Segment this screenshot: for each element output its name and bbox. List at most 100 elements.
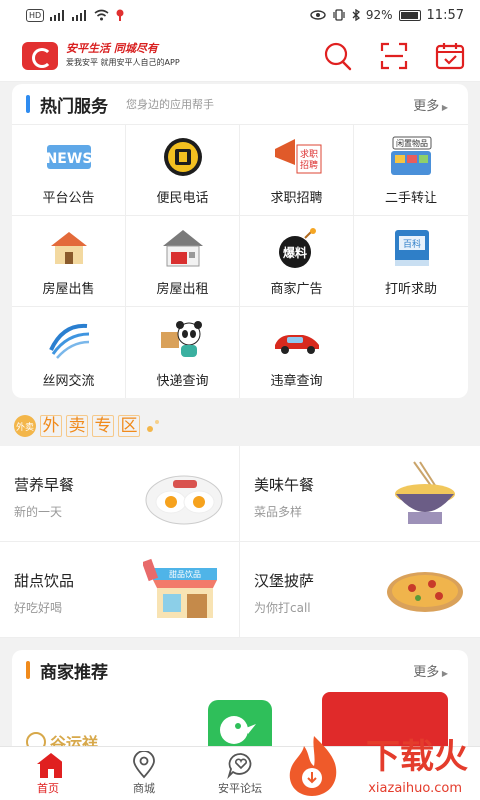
takeout-title-char: 卖 bbox=[66, 415, 88, 437]
pizza-image bbox=[387, 572, 463, 612]
dessert-shop-image: 甜品饮品 bbox=[143, 558, 217, 618]
section-marker bbox=[26, 661, 30, 679]
merchant-title: 商家推荐 bbox=[40, 662, 108, 683]
svg-text:NEWS: NEWS bbox=[45, 151, 92, 167]
wave-icon bbox=[43, 318, 95, 362]
search-icon bbox=[324, 42, 352, 71]
megaphone-icon: 求职 招聘 bbox=[271, 135, 323, 179]
status-bar: HD 92% 11:57 bbox=[0, 0, 480, 30]
service-item-help[interactable]: 百科 打听求助 bbox=[354, 216, 468, 307]
service-label: 丝网交流 bbox=[42, 374, 95, 389]
scan-button[interactable] bbox=[378, 40, 410, 72]
svg-text:甜品饮品: 甜品饮品 bbox=[169, 569, 201, 579]
panda-delivery-icon bbox=[157, 318, 209, 362]
watermark-brand: 下载火 bbox=[366, 737, 468, 777]
flame-icon bbox=[289, 736, 337, 796]
svg-text:闲置物品: 闲置物品 bbox=[396, 138, 428, 148]
service-item-silk-exchange[interactable]: 丝网交流 bbox=[12, 307, 126, 398]
service-item-phone[interactable]: 便民电话 bbox=[126, 125, 240, 216]
eye-icon bbox=[310, 10, 326, 20]
tab-label: 首页 bbox=[37, 781, 59, 795]
takeout-badge-icon: 外卖 bbox=[14, 415, 36, 437]
news-icon: NEWS bbox=[43, 135, 95, 179]
status-left: HD bbox=[26, 8, 125, 22]
heart-chat-icon bbox=[226, 752, 254, 779]
map-pin-icon bbox=[130, 750, 158, 778]
vibrate-icon bbox=[333, 9, 345, 21]
scan-icon bbox=[380, 42, 408, 70]
battery-percent: 92% bbox=[365, 8, 393, 22]
app-slogan: 安平生活 同城尽有 bbox=[66, 41, 158, 55]
bluetooth-icon bbox=[352, 9, 360, 21]
watermark: 下载火 xiazaihuo.com bbox=[270, 730, 480, 800]
noodle-image bbox=[395, 461, 455, 524]
status-right: 92% 11:57 bbox=[310, 8, 464, 23]
calendar-check-icon bbox=[435, 43, 465, 70]
tab-home[interactable]: 首页 bbox=[0, 747, 96, 800]
section-marker bbox=[26, 95, 30, 113]
service-label: 二手转让 bbox=[384, 191, 437, 206]
hot-services-card: 热门服务 您身边的应用帮手 更多 NEWS 平台公告 便民电话 求职招聘 求职招… bbox=[12, 84, 468, 398]
signal-icon bbox=[72, 9, 87, 21]
location-icon bbox=[116, 9, 124, 21]
takeout-item-lunch[interactable]: 美味午餐 菜品多样 bbox=[240, 446, 480, 542]
calendar-button[interactable] bbox=[434, 40, 466, 72]
svg-text:求职: 求职 bbox=[299, 148, 317, 160]
rent-house-icon bbox=[157, 226, 209, 270]
svg-text:招聘: 招聘 bbox=[299, 159, 317, 171]
battery-icon bbox=[398, 9, 421, 21]
service-label: 快递查询 bbox=[156, 374, 209, 389]
app-bar: 安平生活 同城尽有 爱我安平 就用安平人自己的APP bbox=[0, 30, 480, 82]
hot-services-title: 热门服务 bbox=[40, 96, 108, 117]
hd-badge: HD bbox=[26, 8, 45, 22]
takeout-item-dessert[interactable]: 甜点饮品 好吃好喝 甜品饮品 bbox=[0, 542, 240, 638]
service-item-house-rent[interactable]: 房屋出租 bbox=[126, 216, 240, 307]
service-item-traffic-violation[interactable]: 违章查询 bbox=[240, 307, 354, 398]
service-item-secondhand[interactable]: 闲置物品 二手转让 bbox=[354, 125, 468, 216]
takeout-grid: 营养早餐 新的一天 美味午餐 菜品多样 甜点饮品 好吃好喝 甜品饮品 汉堡披萨 … bbox=[0, 446, 480, 638]
service-label: 打听求助 bbox=[384, 282, 437, 297]
takeout-item-breakfast[interactable]: 营养早餐 新的一天 bbox=[0, 446, 240, 542]
clock: 11:57 bbox=[426, 7, 464, 23]
service-label: 违章查询 bbox=[270, 374, 323, 389]
service-item-express[interactable]: 快递查询 bbox=[126, 307, 240, 398]
service-item-merchant-ads[interactable]: 爆料 商家广告 bbox=[240, 216, 354, 307]
hot-services-more-link[interactable]: 更多 bbox=[413, 95, 448, 114]
service-item-empty bbox=[354, 307, 468, 398]
service-label: 房屋出售 bbox=[42, 282, 95, 297]
service-label: 求职招聘 bbox=[270, 191, 323, 206]
svg-text:百科: 百科 bbox=[403, 238, 421, 250]
house-icon bbox=[43, 226, 95, 270]
takeout-title-char: 专 bbox=[92, 415, 114, 437]
merchant-header: 商家推荐 更多 bbox=[12, 650, 468, 690]
breakfast-image bbox=[145, 475, 223, 525]
app-sub-slogan: 爱我安平 就用安平人自己的APP bbox=[66, 57, 180, 67]
svg-text:爆料: 爆料 bbox=[282, 245, 306, 260]
secondhand-icon: 闲置物品 bbox=[385, 135, 437, 179]
takeout-item-burger-pizza[interactable]: 汉堡披萨 为你打call bbox=[240, 542, 480, 638]
takeout-title-char: 外 bbox=[40, 415, 62, 437]
takeout-title: 外 卖 专 区 bbox=[40, 415, 140, 437]
takeout-title-char: 区 bbox=[118, 415, 140, 437]
service-item-announcement[interactable]: NEWS 平台公告 bbox=[12, 125, 126, 216]
search-button[interactable] bbox=[322, 40, 354, 72]
service-item-jobs[interactable]: 求职 招聘 求职招聘 bbox=[240, 125, 354, 216]
tab-mall[interactable]: 商城 bbox=[96, 747, 192, 800]
home-icon bbox=[34, 752, 62, 778]
app-bar-actions bbox=[322, 40, 466, 72]
signal-icon bbox=[50, 9, 65, 21]
tab-label: 安平论坛 bbox=[218, 781, 262, 795]
hot-services-grid: NEWS 平台公告 便民电话 求职 招聘 求职招聘 闲置物品 二手转让 房屋出售… bbox=[12, 124, 468, 398]
service-item-house-sale[interactable]: 房屋出售 bbox=[12, 216, 126, 307]
hot-services-subtitle: 您身边的应用帮手 bbox=[126, 98, 214, 111]
tab-label: 商城 bbox=[133, 781, 155, 795]
app-logo-text: 安平生活 同城尽有 爱我安平 就用安平人自己的APP bbox=[66, 42, 180, 70]
car-icon bbox=[271, 318, 323, 362]
wifi-icon bbox=[94, 9, 109, 21]
watermark-url: xiazaihuo.com bbox=[368, 781, 462, 796]
service-label: 商家广告 bbox=[270, 282, 323, 297]
service-label: 房屋出租 bbox=[156, 282, 209, 297]
phone-icon bbox=[157, 135, 209, 179]
bomb-icon: 爆料 bbox=[271, 226, 323, 270]
merchant-more-link[interactable]: 更多 bbox=[413, 661, 448, 680]
